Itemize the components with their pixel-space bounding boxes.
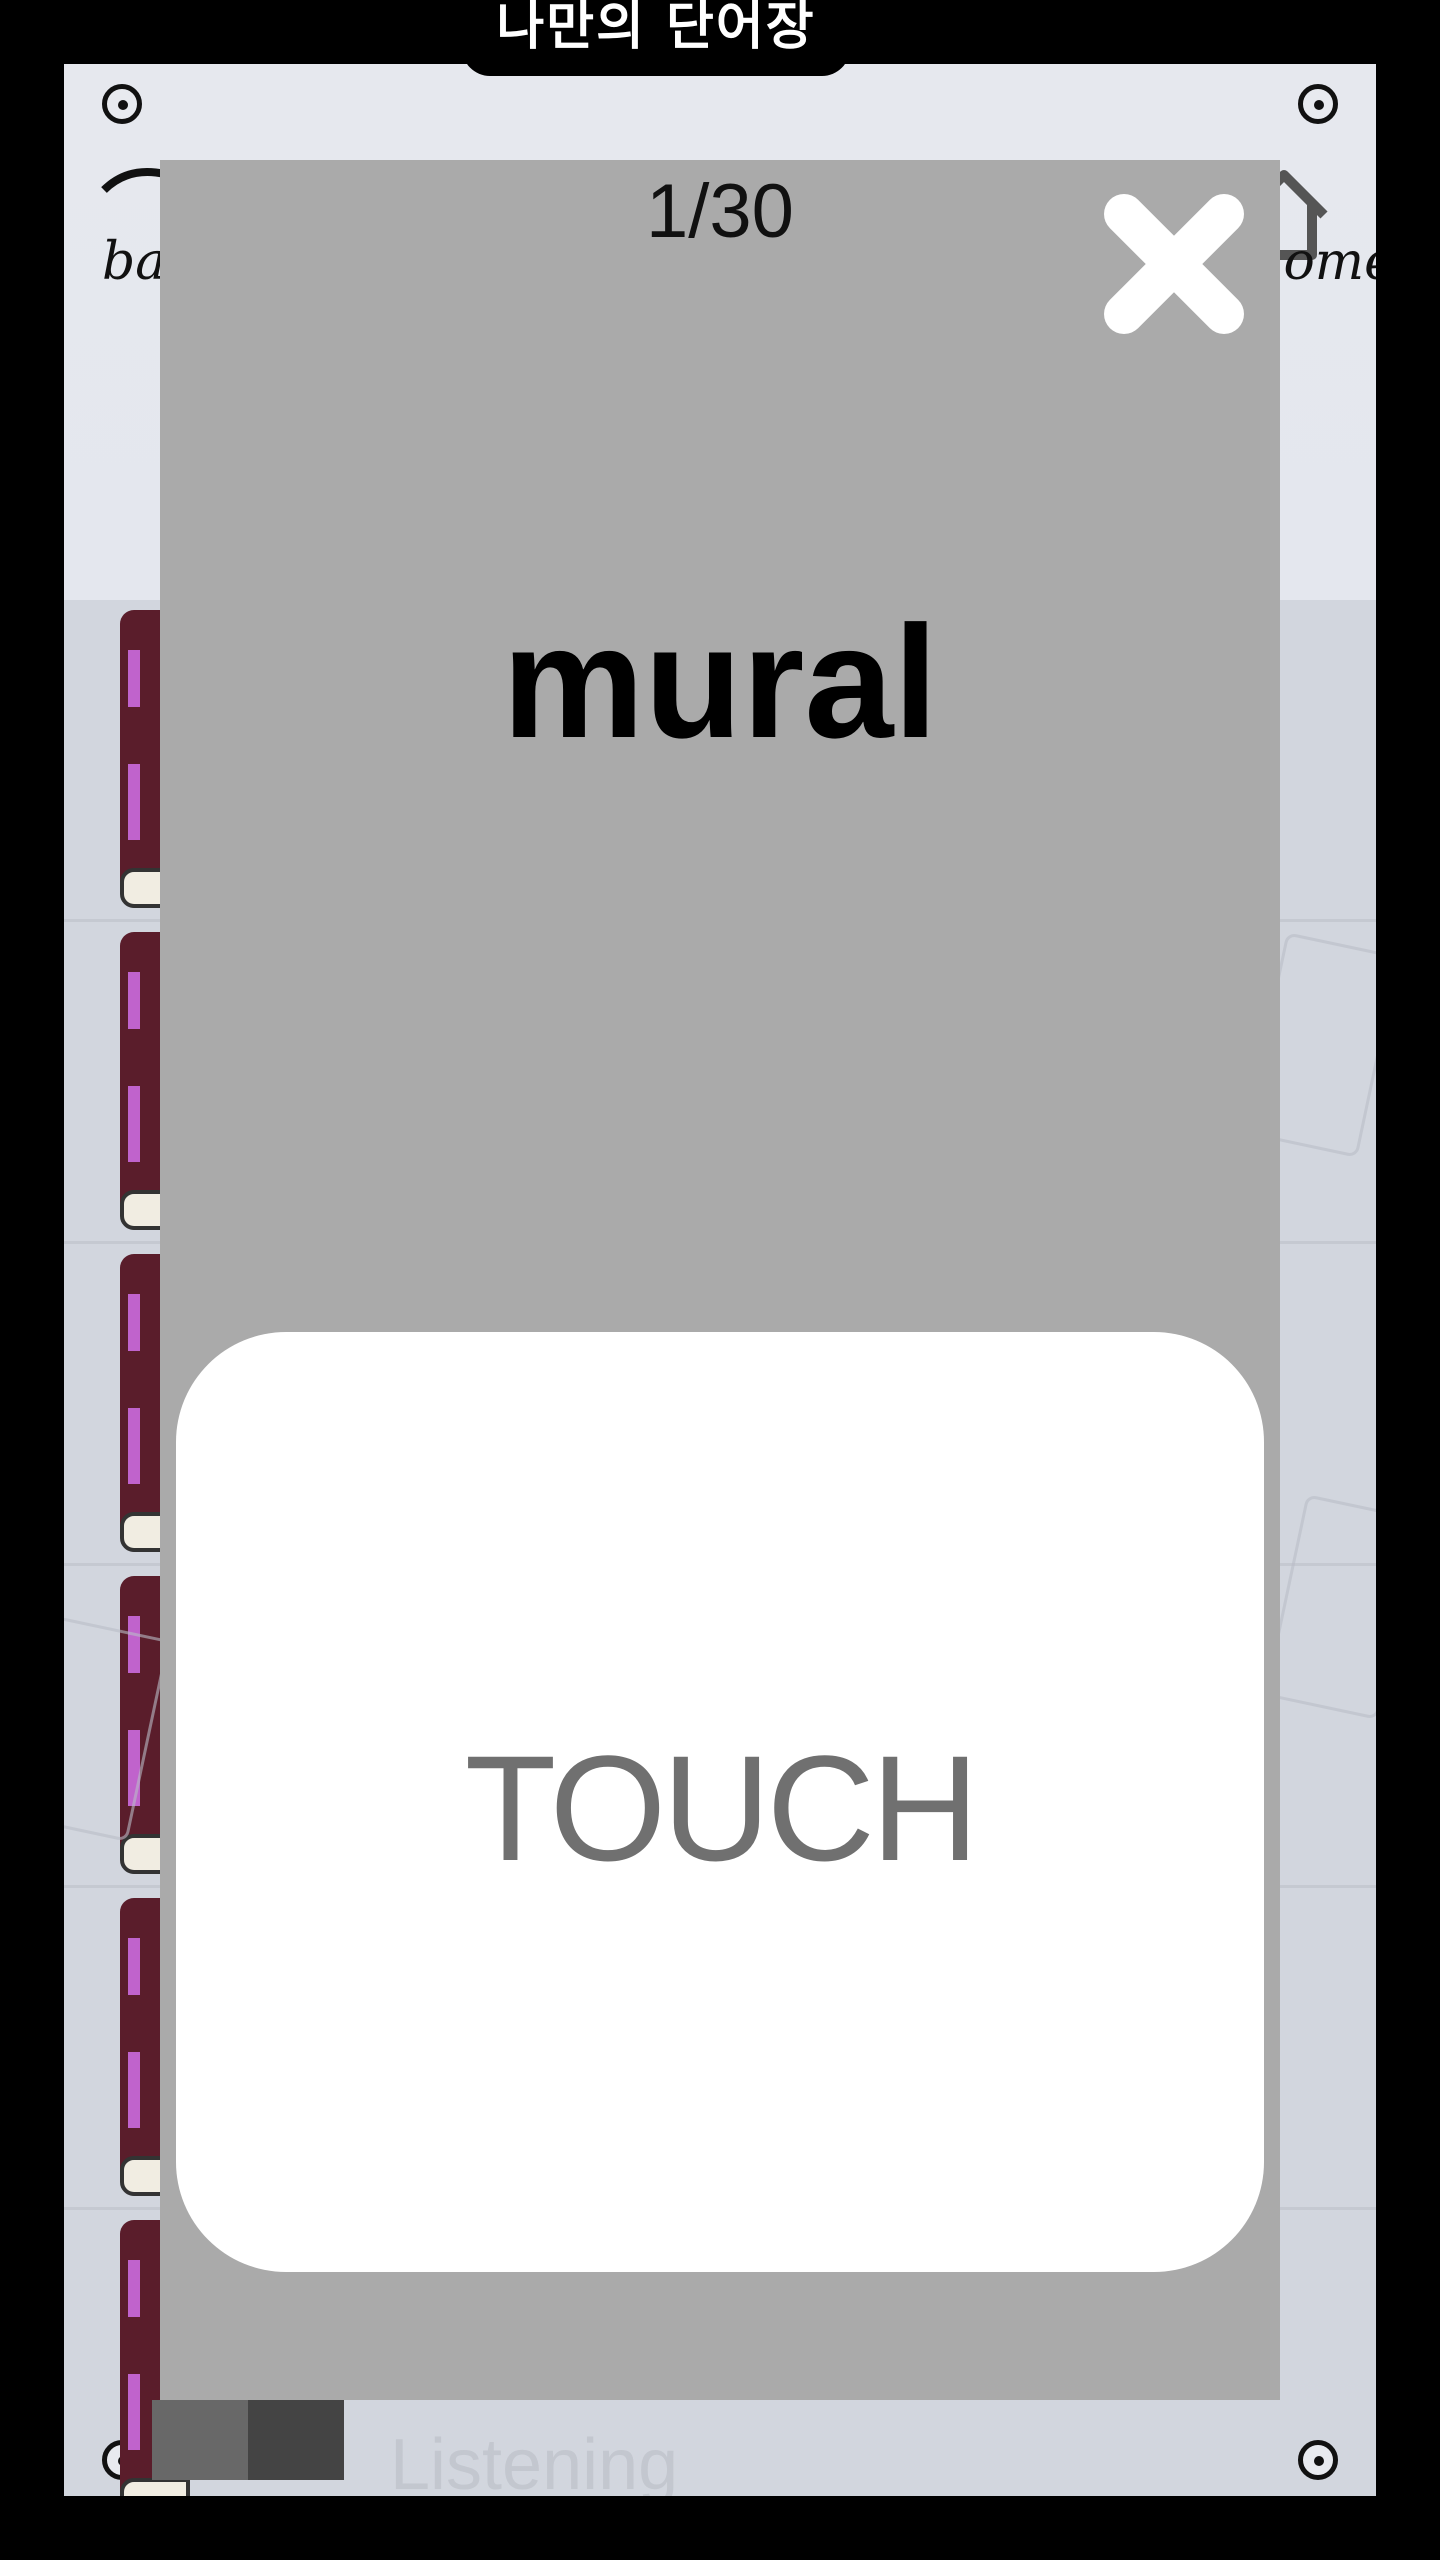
tab-block[interactable]: [152, 2400, 248, 2480]
flashcard-overlay: 1/30 mural TOUCH: [160, 160, 1280, 2400]
touch-reveal-card[interactable]: TOUCH: [176, 1332, 1264, 2272]
list-footer-label: Listening: [390, 2425, 679, 2496]
close-x-icon: [1104, 194, 1244, 334]
flashcard-word: mural: [502, 592, 938, 771]
touch-label: TOUCH: [464, 1724, 980, 1892]
screw-icon: [1298, 84, 1338, 124]
app-title: 나만의 단어장: [462, 0, 850, 76]
bottom-tabs: [152, 2400, 344, 2480]
close-button[interactable]: [1094, 184, 1254, 344]
tab-block[interactable]: [248, 2400, 344, 2480]
app-screen: back home: [0, 0, 1440, 2560]
screw-icon: [102, 84, 142, 124]
